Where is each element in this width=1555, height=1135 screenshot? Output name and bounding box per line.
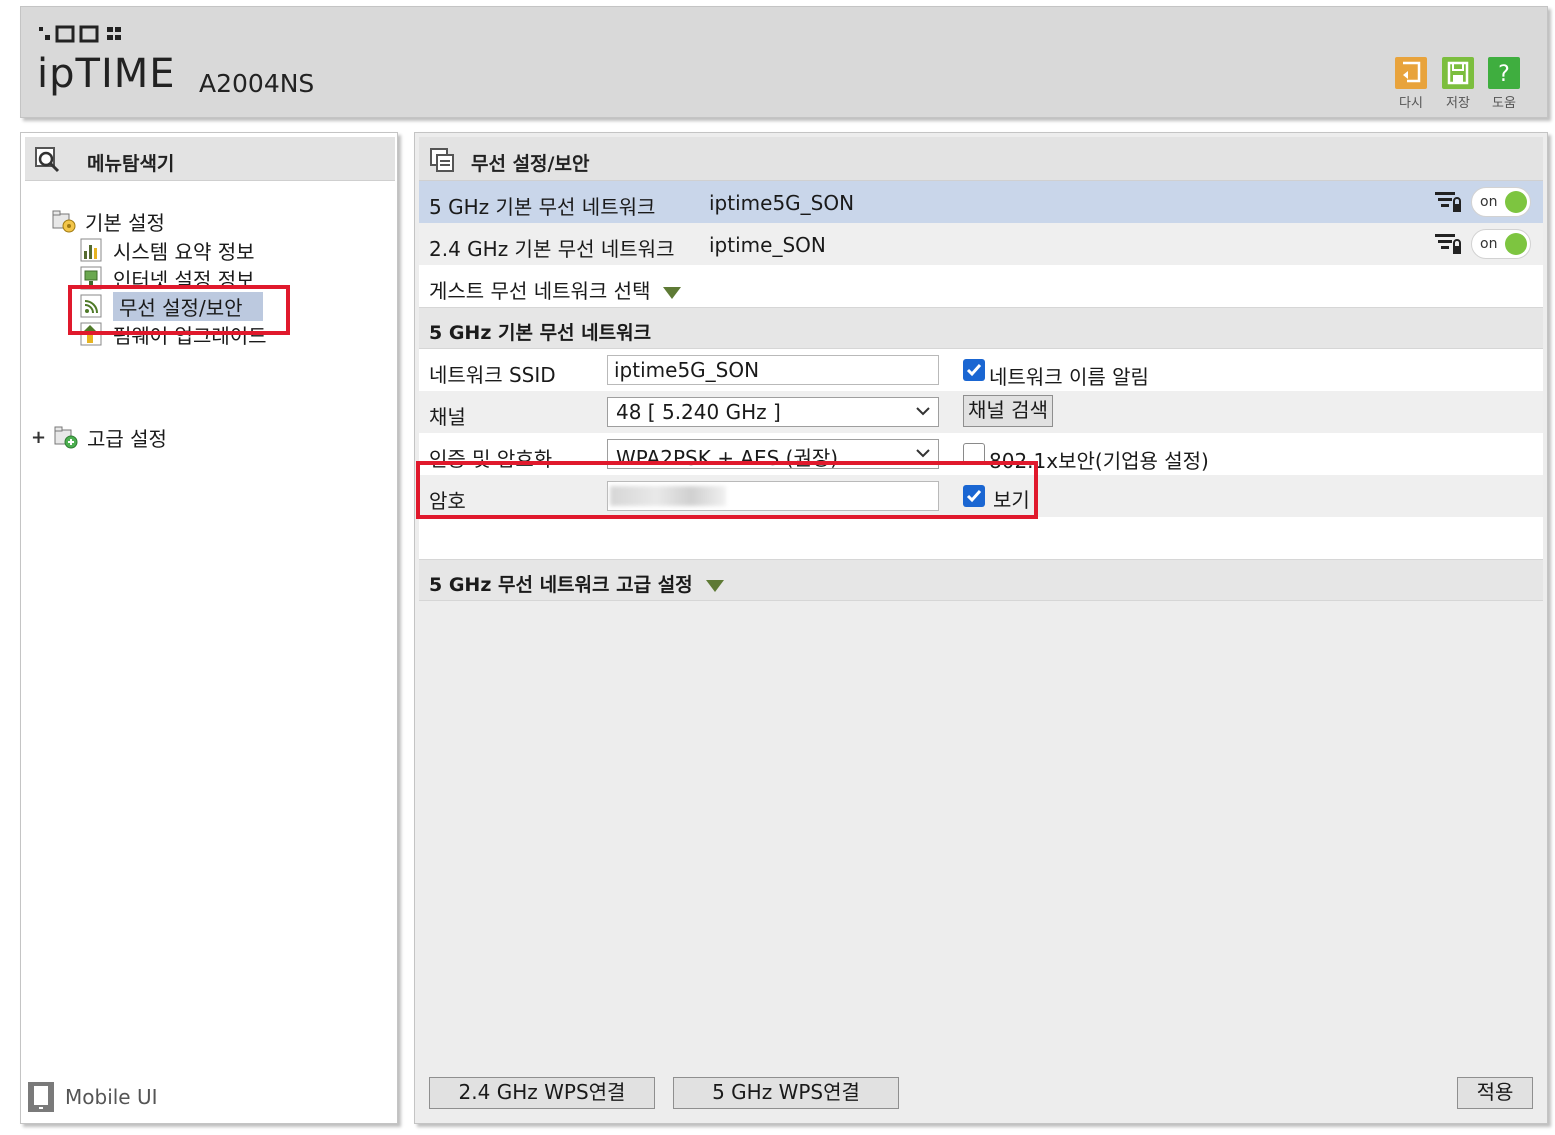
channel-select-value: 48 [ 5.240 GHz ] — [616, 400, 781, 424]
tree-group-advanced[interactable]: + 고급 설정 — [31, 423, 167, 451]
restart-button[interactable]: 다시 — [1391, 57, 1431, 111]
wps-24ghz-button[interactable]: 2.4 GHz WPS연결 — [429, 1077, 655, 1109]
form-row-channel: 채널 48 [ 5.240 GHz ] 채널 검색 — [419, 391, 1543, 433]
apply-button[interactable]: 적용 — [1457, 1077, 1533, 1109]
model-name: A2004NS — [199, 69, 315, 98]
wireless-settings-panel: 무선 설정/보안 5 GHz 기본 무선 네트워크 iptime5G_SON o… — [414, 132, 1548, 1124]
network-toggle-24ghz[interactable]: on — [1471, 229, 1531, 259]
panel-header: 무선 설정/보안 — [419, 137, 1543, 181]
broadcast-ssid-label: 네트워크 이름 알림 — [989, 365, 1149, 389]
window-stack-icon — [430, 148, 454, 172]
channel-scan-button[interactable]: 채널 검색 — [963, 395, 1053, 427]
network-name: 2.4 GHz 기본 무선 네트워크 — [429, 237, 675, 261]
broadcast-ssid-checkbox[interactable] — [963, 359, 985, 381]
annotation-highlight-menu — [68, 285, 290, 335]
toggle-knob — [1505, 233, 1527, 255]
expand-triangle-icon — [663, 286, 682, 299]
section-title: 5 GHz 기본 무선 네트워크 — [429, 322, 652, 344]
section-title: 5 GHz 무선 네트워크 고급 설정 — [429, 570, 724, 597]
form-row-spacer — [419, 517, 1543, 559]
tree-item-label: 시스템 요약 정보 — [113, 239, 255, 264]
expand-plus-icon[interactable]: + — [31, 427, 53, 448]
channel-select[interactable]: 48 [ 5.240 GHz ] — [607, 397, 939, 427]
tree-group-basic-label: 기본 설정 — [85, 210, 165, 235]
help-button[interactable]: ? 도움 — [1484, 57, 1524, 111]
section-5ghz-advanced[interactable]: 5 GHz 무선 네트워크 고급 설정 — [419, 559, 1543, 601]
network-name: 5 GHz 기본 무선 네트워크 — [429, 195, 656, 219]
logo-mark-icon — [39, 25, 121, 43]
toggle-text: on — [1480, 194, 1498, 210]
chevron-down-icon — [916, 449, 930, 458]
restart-label: 다시 — [1399, 96, 1423, 111]
network-ssid: iptime5G_SON — [709, 191, 855, 215]
brand-name: ipTIME — [37, 51, 176, 97]
network-toggle-5ghz[interactable]: on — [1471, 187, 1531, 217]
guest-network-label: 게스트 무선 네트워크 선택 — [429, 275, 682, 304]
ssid-input[interactable]: iptime5G_SON — [607, 355, 939, 385]
section-5ghz-basic: 5 GHz 기본 무선 네트워크 — [419, 307, 1543, 349]
filter-lock-icon[interactable] — [1433, 231, 1463, 257]
folder-gear-icon — [52, 210, 76, 233]
toggle-text: on — [1480, 236, 1498, 252]
annotation-highlight-password — [416, 461, 1038, 519]
folder-plus-icon — [54, 426, 78, 449]
tree-item-system-summary[interactable]: 시스템 요약 정보 — [79, 236, 255, 264]
section-advanced-text: 5 GHz 무선 네트워크 고급 설정 — [429, 574, 693, 596]
brand-logo: ipTIME — [37, 51, 176, 97]
tree-group-advanced-label: 고급 설정 — [87, 426, 167, 451]
network-row-5ghz[interactable]: 5 GHz 기본 무선 네트워크 iptime5G_SON on — [419, 181, 1543, 223]
ssid-label: 네트워크 SSID — [429, 363, 556, 387]
panel-title: 무선 설정/보안 — [471, 153, 590, 175]
header-bar: ipTIME A2004NS 다시 저장 ? 도움 — [20, 6, 1548, 118]
guest-network-select[interactable]: 게스트 무선 네트워크 선택 — [419, 265, 1543, 307]
menu-explorer-title: 메뉴탐색기 — [87, 153, 175, 175]
save-icon — [1442, 57, 1474, 89]
toggle-knob — [1505, 191, 1527, 213]
menu-explorer-panel: 메뉴탐색기 기본 설정 시스템 요약 정보 인터넷 설정 정보 무선 설정/보안… — [20, 132, 398, 1124]
magnifier-icon — [35, 147, 60, 173]
help-icon: ? — [1488, 57, 1520, 89]
mobile-ui-link[interactable]: Mobile UI — [27, 1081, 158, 1113]
expand-triangle-icon — [705, 579, 724, 592]
restart-icon — [1395, 57, 1427, 89]
tree-group-basic[interactable]: 기본 설정 — [51, 207, 165, 235]
guest-network-text: 게스트 무선 네트워크 선택 — [429, 279, 651, 303]
help-label: 도움 — [1492, 96, 1516, 111]
form-row-ssid: 네트워크 SSID iptime5G_SON 네트워크 이름 알림 — [419, 349, 1543, 391]
network-ssid: iptime_SON — [709, 233, 826, 257]
svg-text:?: ? — [1498, 62, 1510, 87]
filter-lock-icon[interactable] — [1433, 189, 1463, 215]
mobile-phone-icon — [28, 1082, 54, 1112]
menu-explorer-header: 메뉴탐색기 — [25, 137, 395, 181]
mobile-ui-label: Mobile UI — [65, 1085, 158, 1109]
chevron-down-icon — [916, 407, 930, 416]
channel-label: 채널 — [429, 405, 466, 429]
save-label: 저장 — [1446, 96, 1470, 111]
checkmark-icon — [966, 364, 982, 377]
bar-chart-icon — [80, 238, 102, 262]
network-row-24ghz[interactable]: 2.4 GHz 기본 무선 네트워크 iptime_SON on — [419, 223, 1543, 265]
wps-5ghz-button[interactable]: 5 GHz WPS연결 — [673, 1077, 899, 1109]
save-button[interactable]: 저장 — [1438, 57, 1478, 111]
